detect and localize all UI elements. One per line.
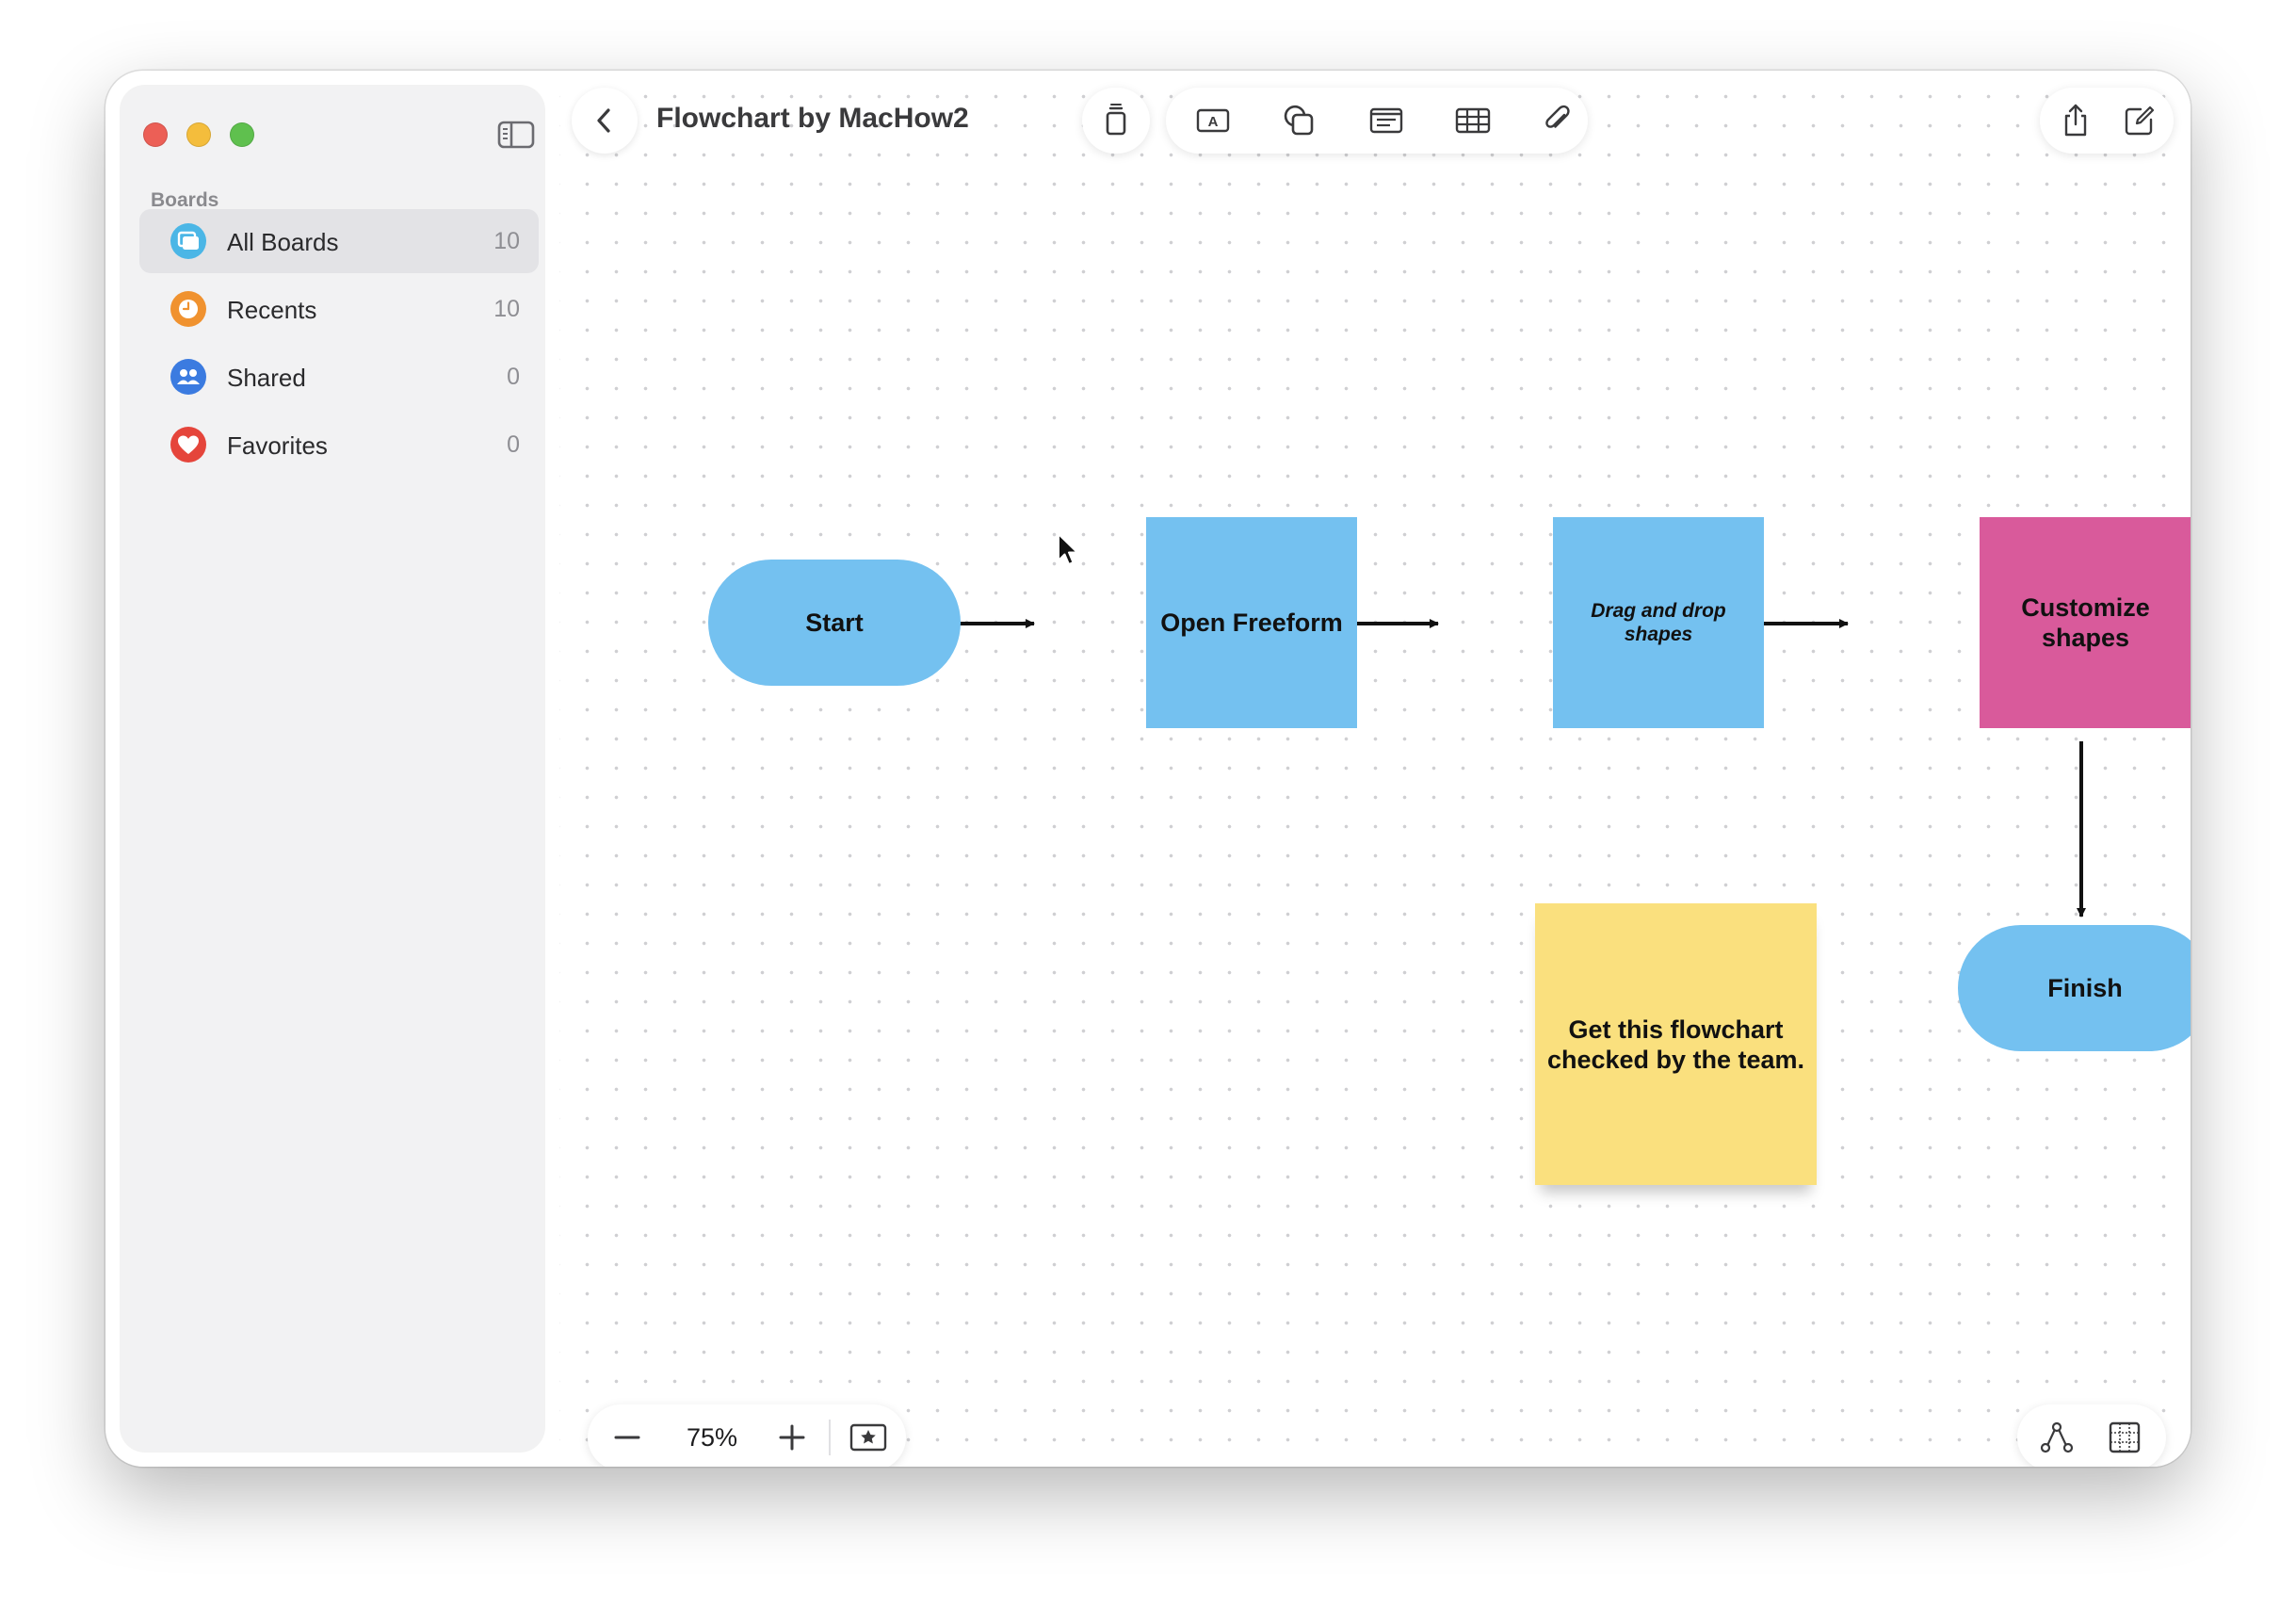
new-board-icon[interactable]	[2121, 102, 2159, 139]
people-icon	[170, 359, 206, 395]
text-box-icon[interactable]: A	[1194, 102, 1232, 139]
sidebar-toggle-icon[interactable]	[497, 120, 535, 150]
sidebar-item-label: Shared	[227, 364, 306, 392]
sticky-note-icon[interactable]	[1097, 102, 1135, 139]
zoom-window-button[interactable]	[230, 122, 254, 147]
open-freeform-node[interactable]: Open Freeform	[1146, 517, 1357, 728]
finish-node-label: Finish	[2047, 973, 2123, 1002]
clock-icon	[170, 291, 206, 327]
heart-icon	[170, 427, 206, 463]
drag-drop-node[interactable]: Drag and drop shapes	[1553, 517, 1764, 728]
customize-shapes-node[interactable]: Customize shapes	[1980, 517, 2191, 728]
text-icon[interactable]	[1367, 102, 1405, 139]
start-node[interactable]: Start	[708, 560, 961, 686]
sticky-note[interactable]: Get this flowchart checked by the team.	[1535, 903, 1817, 1185]
finish-node[interactable]: Finish	[1958, 925, 2191, 1051]
flowchart-arrows	[865, 619, 2086, 917]
board-title: Flowchart by MacHow2	[656, 103, 969, 134]
zoom-out-button[interactable]	[608, 1419, 646, 1456]
sidebar-item-label: Favorites	[227, 431, 328, 460]
start-node-label: Start	[805, 608, 864, 637]
open-freeform-label: Open Freeform	[1160, 608, 1343, 637]
sidebar-item-label: All Boards	[227, 228, 339, 256]
sidebar-item-all-boards[interactable]: All Boards 10	[139, 209, 539, 273]
canvas-tools-bottom-right	[2017, 1404, 2166, 1467]
share-tools-pill	[2040, 88, 2174, 154]
sidebar-item-shared[interactable]: Shared 0	[139, 345, 539, 409]
table-icon[interactable]	[1454, 102, 1492, 139]
all-boards-icon	[170, 223, 206, 259]
freeform-window: Start Open Freeform Drag and drop shapes…	[105, 71, 2191, 1467]
insert-tools-pill: A	[1166, 88, 1588, 154]
shapes-icon[interactable]	[1281, 102, 1318, 139]
connection-tool-icon[interactable]	[2038, 1419, 2076, 1456]
share-icon[interactable]	[2057, 102, 2094, 139]
divider	[829, 1420, 831, 1455]
zoom-in-button[interactable]	[773, 1419, 811, 1456]
back-button[interactable]	[572, 88, 638, 154]
drag-drop-label: Drag and drop shapes	[1591, 600, 1726, 645]
close-button[interactable]	[143, 122, 168, 147]
chevron-left-icon	[597, 108, 610, 133]
sidebar-item-count: 10	[493, 228, 520, 254]
customize-shapes-label: Customize shapes	[2021, 593, 2150, 652]
svg-text:A: A	[1208, 114, 1219, 130]
minus-icon	[614, 1436, 640, 1439]
attachment-icon[interactable]	[1539, 102, 1576, 139]
sidebar-item-recents[interactable]: Recents 10	[139, 277, 539, 341]
sidebar-item-count: 0	[507, 431, 520, 458]
minimize-button[interactable]	[186, 122, 211, 147]
plus-icon	[779, 1424, 805, 1451]
sticky-note-tool-pill	[1082, 88, 1150, 154]
grid-icon[interactable]	[2106, 1419, 2143, 1456]
zoom-level[interactable]: 75%	[655, 1423, 768, 1453]
sidebar: Boards All Boards 10 Recents 10 Shared 0…	[121, 86, 544, 1452]
sidebar-item-count: 0	[507, 364, 520, 390]
zoom-controls: 75%	[588, 1404, 906, 1467]
sidebar-item-favorites[interactable]: Favorites 0	[139, 413, 539, 477]
mouse-cursor-icon	[1057, 532, 1081, 573]
scene-view-icon[interactable]	[848, 1419, 889, 1456]
sidebar-item-count: 10	[493, 296, 520, 322]
sticky-note-text: Get this flowchart checked by the team.	[1546, 1015, 1805, 1074]
sidebar-item-label: Recents	[227, 296, 317, 324]
board-canvas[interactable]: Start Open Freeform Drag and drop shapes…	[559, 71, 2191, 1467]
